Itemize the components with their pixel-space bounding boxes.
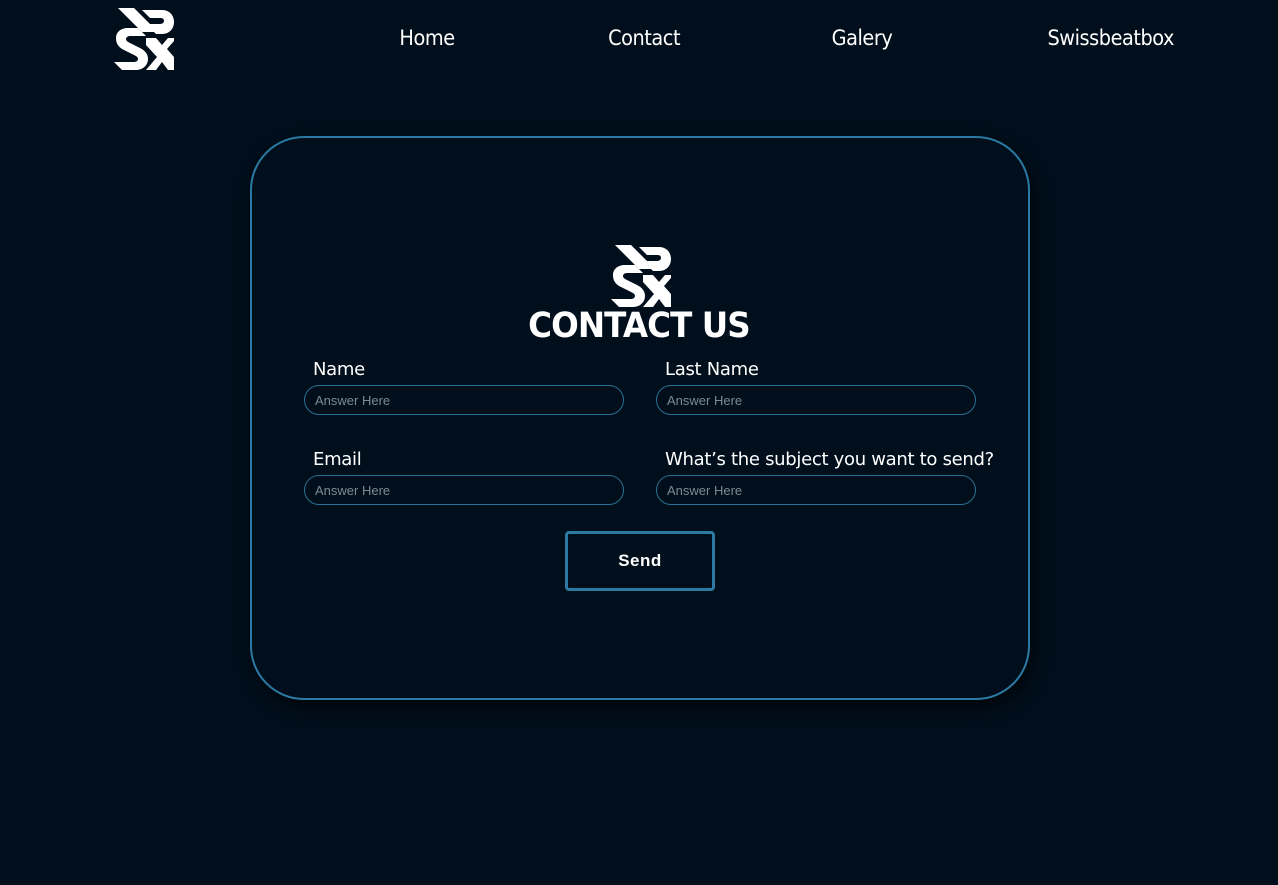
contact-form-card — [250, 136, 1030, 700]
subject-field[interactable] — [656, 475, 976, 505]
last-name-field[interactable] — [656, 385, 976, 415]
email-label: Email — [313, 449, 362, 470]
name-field[interactable] — [304, 385, 624, 415]
name-label: Name — [313, 359, 365, 380]
contact-page: Home Contact Galery Swissbeatbox CONTACT… — [0, 0, 1278, 885]
last-name-label: Last Name — [665, 359, 759, 380]
page-title: CONTACT US — [528, 306, 751, 346]
subject-label: What’s the subject you want to send? — [665, 449, 994, 470]
nav-link-swissbeatbox[interactable]: Swissbeatbox — [1048, 26, 1175, 50]
send-button[interactable]: Send — [565, 531, 715, 591]
nav-link-galery[interactable]: Galery — [832, 26, 893, 50]
nav-link-home[interactable]: Home — [399, 26, 455, 50]
email-field[interactable] — [304, 475, 624, 505]
sbx-logo-icon — [611, 245, 671, 307]
nav-link-contact[interactable]: Contact — [608, 26, 680, 50]
sbx-logo-icon[interactable] — [112, 8, 174, 70]
